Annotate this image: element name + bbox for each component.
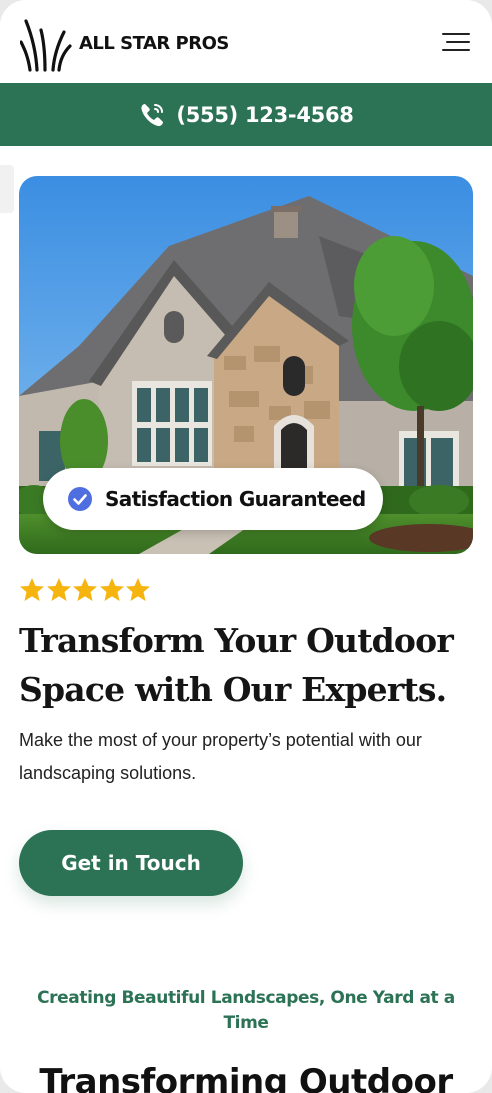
badge-text: Satisfaction Guaranteed xyxy=(105,487,366,511)
page: ALL STAR PROS (555) 123-4568 Satisfactio… xyxy=(0,0,492,1093)
phone-number: (555) 123-4568 xyxy=(176,102,354,127)
site-header: ALL STAR PROS xyxy=(0,0,492,83)
edge-tab xyxy=(0,165,14,213)
phone-icon xyxy=(141,103,164,126)
hamburger-menu-icon[interactable] xyxy=(440,31,472,53)
check-circle-icon xyxy=(68,487,92,511)
star-icon xyxy=(73,578,97,601)
phone-call-bar[interactable]: (555) 123-4568 xyxy=(0,83,492,146)
star-rating xyxy=(19,577,152,603)
get-in-touch-button[interactable]: Get in Touch xyxy=(19,830,243,896)
hero-title: Transform Your Outdoor Space with Our Ex… xyxy=(19,621,454,709)
brand-name[interactable]: ALL STAR PROS xyxy=(79,33,229,54)
section-heading: Transforming Outdoor xyxy=(39,1062,453,1093)
star-icon xyxy=(46,578,71,601)
star-icon xyxy=(99,578,124,601)
hero-description: Make the most of your property’s potenti… xyxy=(19,730,422,783)
grass-logo-icon[interactable] xyxy=(20,18,72,72)
star-icon xyxy=(126,578,150,601)
section-subtitle: Creating Beautiful Landscapes, One Yard … xyxy=(37,988,455,1033)
star-icon xyxy=(20,578,44,601)
satisfaction-badge: Satisfaction Guaranteed xyxy=(43,468,383,530)
